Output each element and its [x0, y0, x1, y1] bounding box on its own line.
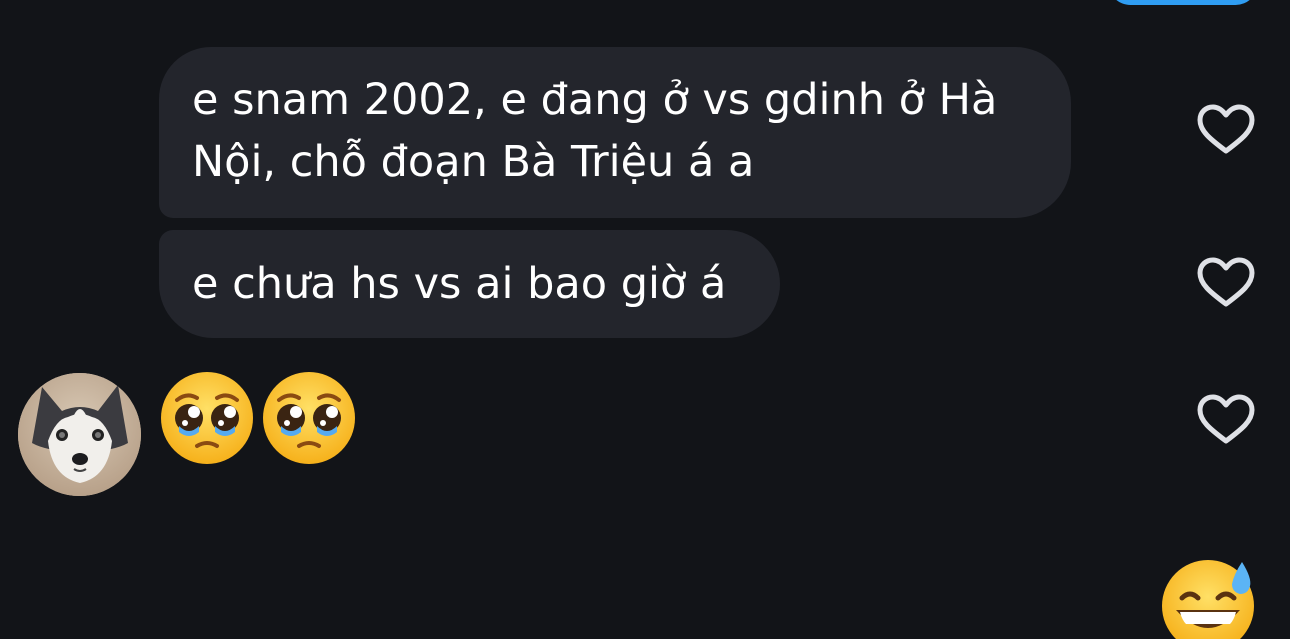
emoji-message[interactable] [159, 370, 357, 466]
message-text-line: Nội, chỗ đoạn Bà Triệu á a [192, 137, 755, 187]
sender-avatar[interactable] [18, 373, 141, 496]
grinning-face-with-sweat-emoji[interactable] [1160, 556, 1258, 639]
pleading-face-emoji [161, 372, 253, 464]
husky-dog-avatar-image [18, 373, 141, 496]
message-text: e chưa hs vs ai bao giờ á [192, 259, 727, 309]
incoming-message-bubble[interactable]: e snam 2002, e đang ở vs gdinh ở Hà Nội,… [159, 47, 1071, 218]
heart-outline-icon[interactable] [1196, 104, 1256, 156]
outgoing-message-bubble-partial[interactable] [1108, 0, 1258, 5]
message-text-line: e snam 2002, e đang ở vs gdinh ở Hà [192, 75, 998, 125]
pleading-face-emoji [263, 372, 355, 464]
chat-thread: e snam 2002, e đang ở vs gdinh ở Hà Nội,… [0, 0, 1290, 639]
heart-outline-icon[interactable] [1196, 257, 1256, 309]
heart-outline-icon[interactable] [1196, 394, 1256, 446]
incoming-message-bubble[interactable]: e chưa hs vs ai bao giờ á [159, 230, 780, 338]
